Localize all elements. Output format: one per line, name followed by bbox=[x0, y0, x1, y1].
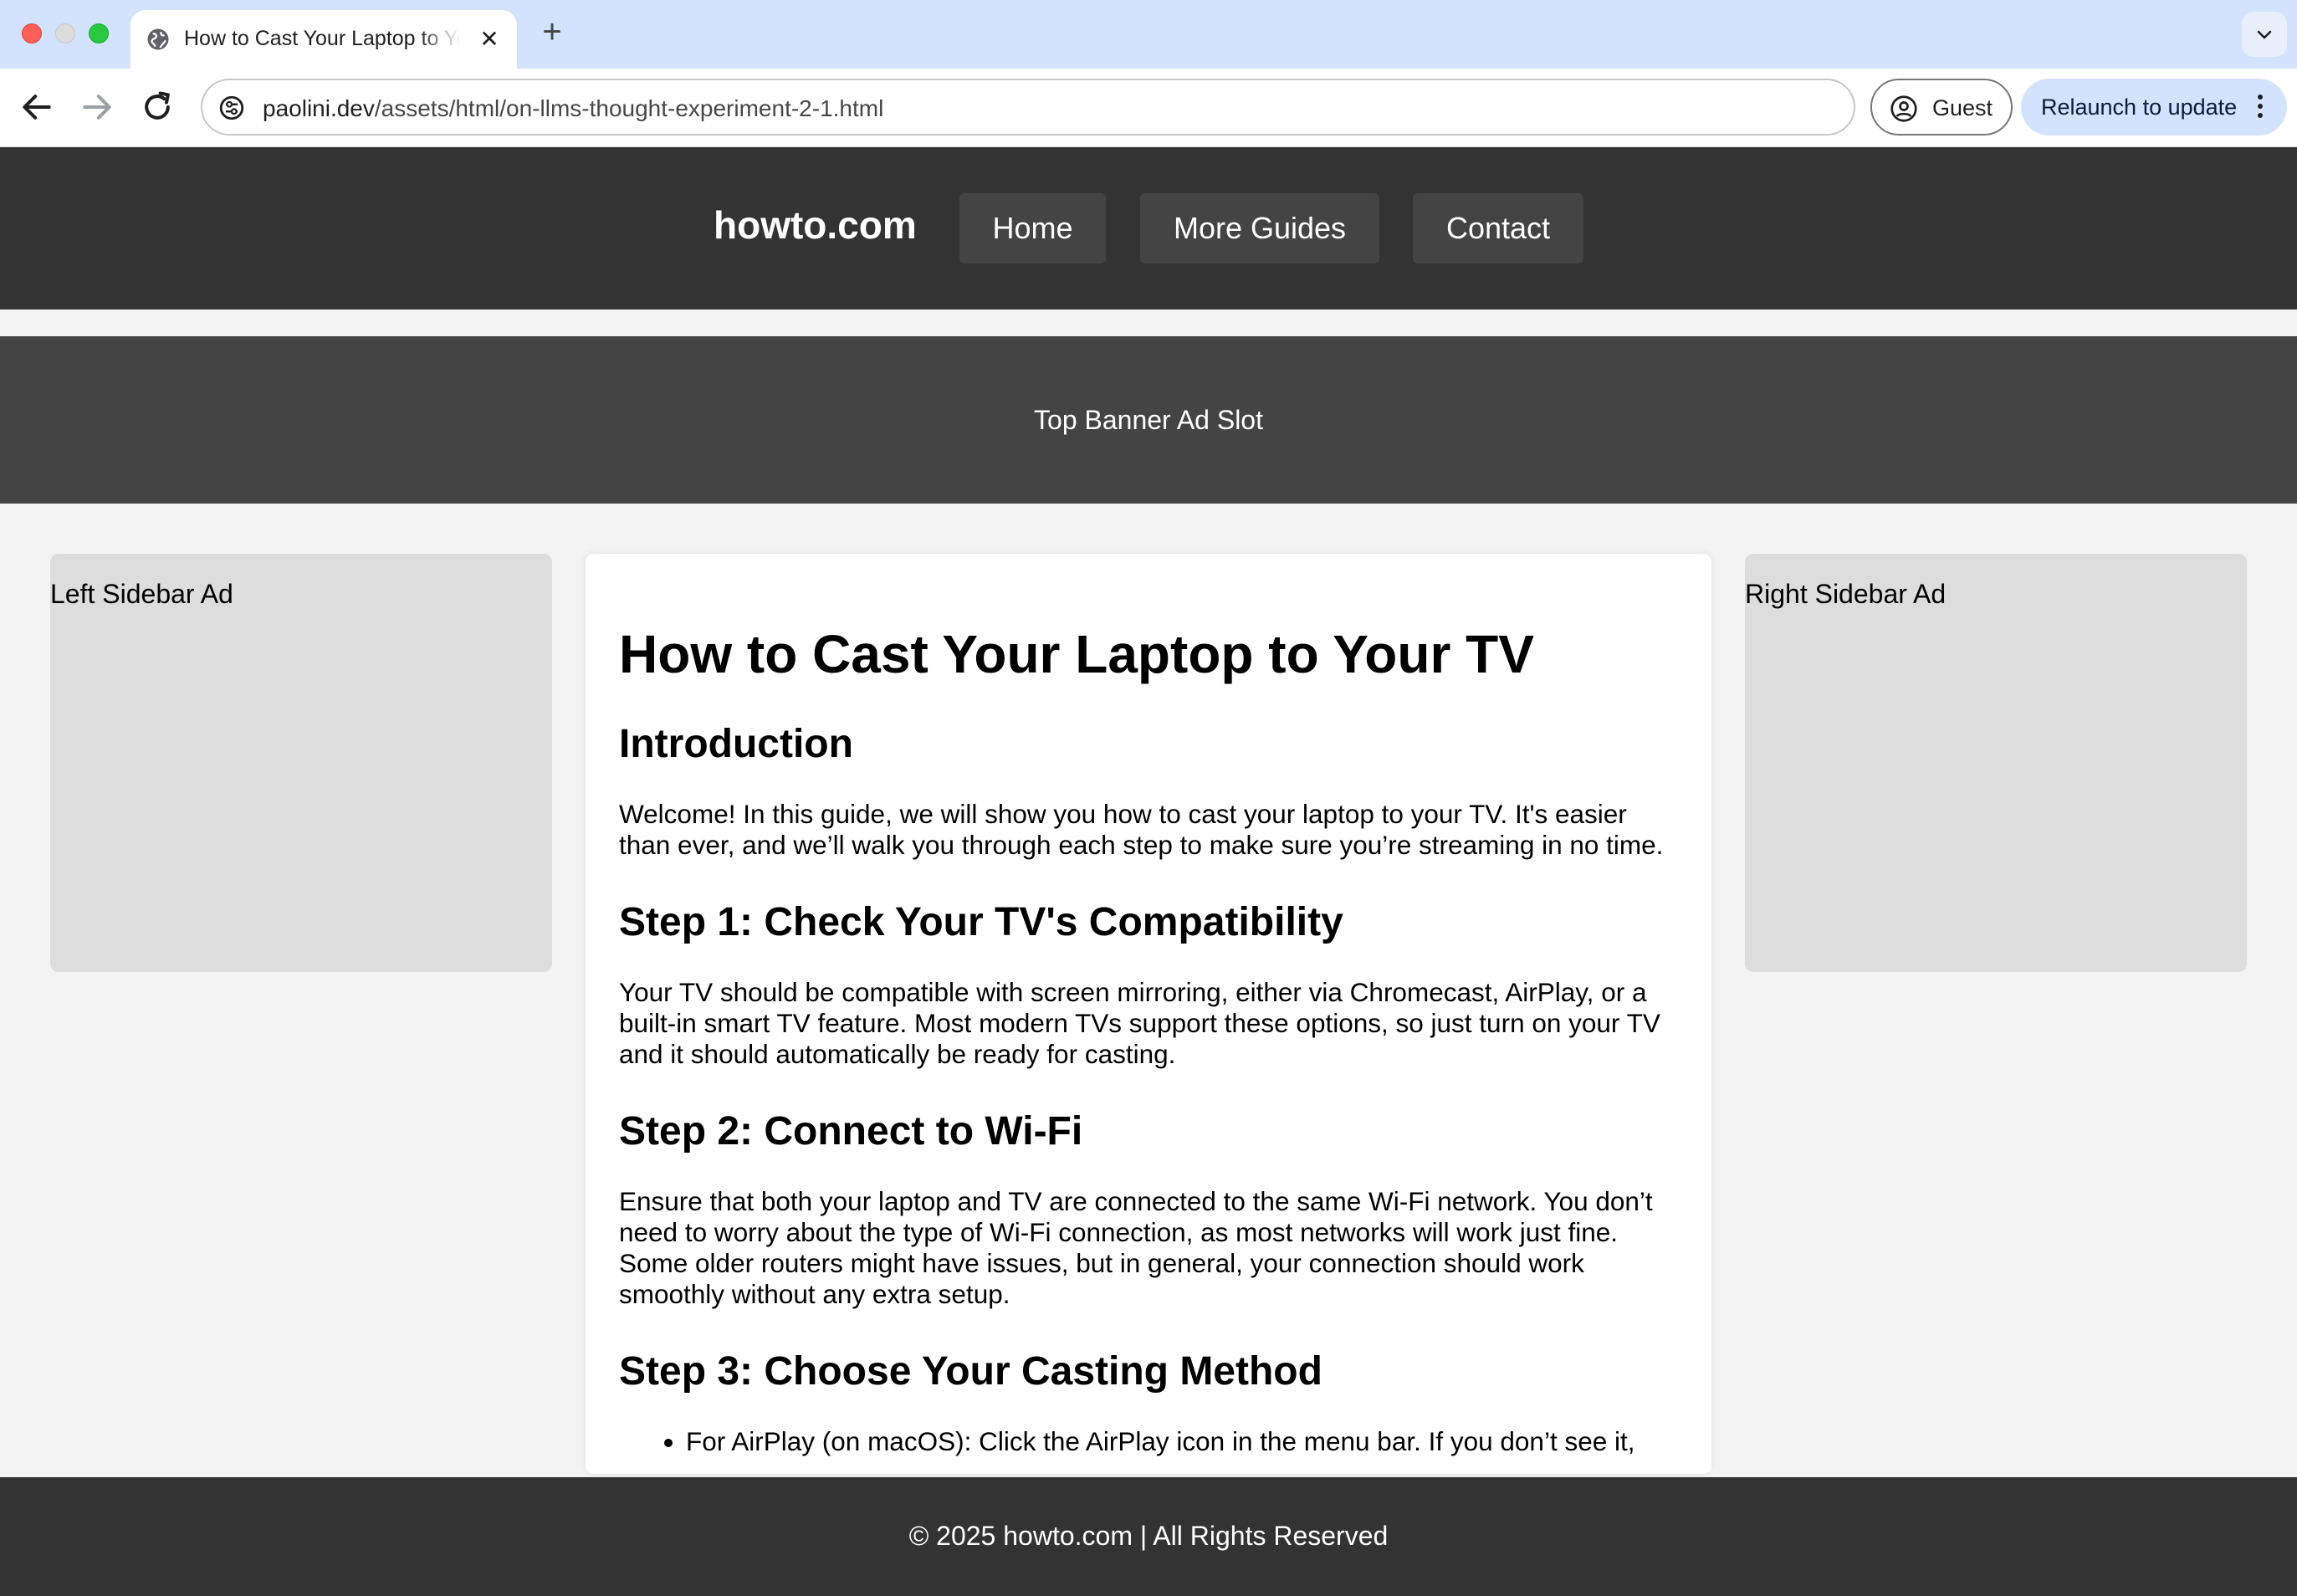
site-footer: © 2025 howto.com | All Rights Reserved bbox=[0, 1477, 2297, 1596]
new-tab-button[interactable]: + bbox=[535, 15, 569, 49]
tab-search-button[interactable] bbox=[2242, 12, 2287, 57]
section-heading: Step 3: Choose Your Casting Method bbox=[619, 1349, 1322, 1394]
profile-label: Guest bbox=[1932, 95, 1993, 120]
casting-method-list: For AirPlay (on macOS): Click the AirPla… bbox=[652, 1426, 1678, 1457]
reload-icon[interactable] bbox=[139, 89, 176, 125]
section-paragraph: Ensure that both your laptop and TV are … bbox=[619, 1186, 1653, 1310]
browser-toolbar: paolini.dev/assets/html/on-llms-thought-… bbox=[0, 69, 2297, 147]
site-header: howto.com Home More Guides Contact bbox=[0, 147, 2297, 309]
article-content: How to Cast Your Laptop to Your TV Intro… bbox=[586, 554, 1711, 1474]
tune-icon[interactable] bbox=[217, 94, 246, 122]
url-path: /assets/html/on-llms-thought-experiment-… bbox=[374, 95, 884, 121]
nav-contact-button[interactable]: Contact bbox=[1413, 193, 1583, 263]
top-banner-label: Top Banner Ad Slot bbox=[1034, 405, 1263, 435]
tab-close-icon[interactable]: ✕ bbox=[475, 25, 504, 54]
tab-strip: How to Cast Your Laptop to Your TV ✕ + bbox=[0, 0, 2297, 69]
left-sidebar-ad[interactable]: Left Sidebar Ad bbox=[50, 554, 552, 972]
window-close-button[interactable] bbox=[22, 23, 42, 43]
relaunch-label: Relaunch to update bbox=[2041, 95, 2238, 120]
kebab-icon[interactable] bbox=[2252, 92, 2269, 122]
site-logo[interactable]: howto.com bbox=[714, 202, 917, 248]
right-sidebar-ad[interactable]: Right Sidebar Ad bbox=[1745, 554, 2247, 972]
section-heading: Step 1: Check Your TV's Compatibility bbox=[619, 899, 1343, 944]
article-title: How to Cast Your Laptop to Your TV bbox=[619, 624, 1534, 684]
footer-copyright: © 2025 howto.com | All Rights Reserved bbox=[908, 1521, 1389, 1551]
globe-icon bbox=[147, 28, 169, 50]
url-domain: paolini.dev bbox=[263, 95, 375, 121]
tab-title: How to Cast Your Laptop to Your TV bbox=[184, 27, 460, 50]
address-bar[interactable]: paolini.dev/assets/html/on-llms-thought-… bbox=[201, 79, 1855, 136]
section-paragraph: Your TV should be compatible with screen… bbox=[619, 976, 1660, 1069]
relaunch-button[interactable]: Relaunch to update bbox=[2021, 79, 2287, 136]
nav-home-button[interactable]: Home bbox=[959, 193, 1106, 263]
window-minimize-button[interactable] bbox=[55, 23, 75, 43]
list-item: For AirPlay (on macOS): Click the AirPla… bbox=[686, 1426, 1678, 1457]
top-banner-ad[interactable]: Top Banner Ad Slot bbox=[0, 336, 2297, 504]
section-paragraph: Welcome! In this guide, we will show you… bbox=[619, 798, 1664, 860]
chevron-down-icon bbox=[2257, 30, 2272, 39]
right-sidebar-label: Right Sidebar Ad bbox=[1745, 579, 1947, 609]
section-heading: Step 2: Connect to Wi-Fi bbox=[619, 1108, 1083, 1154]
person-circle-icon bbox=[1890, 95, 1917, 122]
nav-more-guides-button[interactable]: More Guides bbox=[1140, 193, 1379, 263]
section-heading: Introduction bbox=[619, 721, 853, 766]
window-maximize-button[interactable] bbox=[89, 23, 109, 43]
arrow-right-icon[interactable] bbox=[79, 89, 115, 125]
arrow-left-icon[interactable] bbox=[18, 89, 55, 125]
url-text: paolini.dev/assets/html/on-llms-thought-… bbox=[263, 95, 883, 122]
active-tab[interactable]: How to Cast Your Laptop to Your TV ✕ bbox=[130, 10, 517, 69]
left-sidebar-label: Left Sidebar Ad bbox=[50, 579, 233, 609]
profile-button[interactable]: Guest bbox=[1870, 79, 2013, 136]
